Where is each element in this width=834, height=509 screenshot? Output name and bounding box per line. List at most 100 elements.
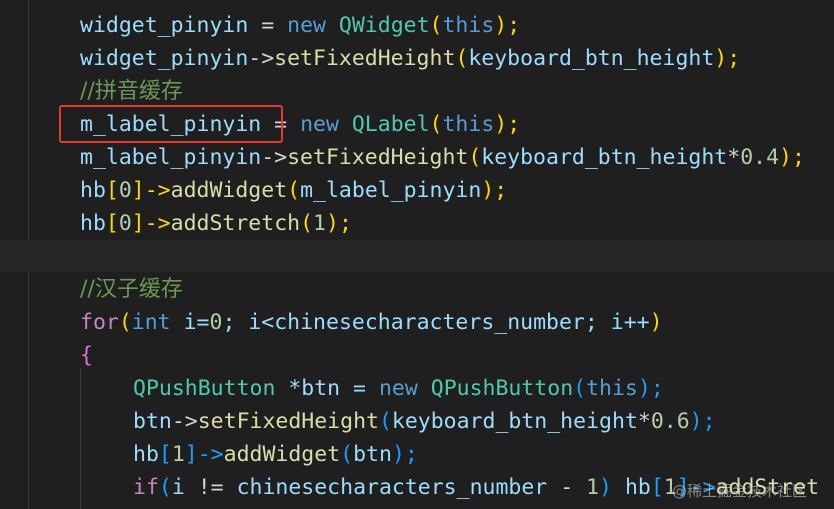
token-variable: chinesecharacters_number — [274, 310, 585, 335]
token-variable: hb — [80, 211, 106, 236]
token-bracket: ]-> — [184, 442, 224, 467]
token-paren: ( — [118, 310, 132, 335]
token-function: addWidget — [170, 178, 288, 203]
token-paren: ); — [779, 145, 805, 170]
token-variable: i — [171, 475, 185, 500]
token-operator: * — [637, 409, 651, 434]
token-number: 1 — [586, 475, 600, 500]
code-line-13[interactable]: btn->setFixedHeight(keyboard_btn_height*… — [133, 405, 716, 438]
token-keyword: this — [442, 13, 495, 38]
token-variable: m_label_pinyin — [80, 145, 262, 170]
token-variable: widget_pinyin — [80, 46, 249, 71]
highlight-box — [59, 105, 283, 143]
token-variable: btn — [133, 409, 172, 434]
token-type: QLabel — [351, 112, 430, 137]
token-bracket: ]-> — [131, 178, 171, 203]
token-paren: ) — [599, 475, 625, 500]
code-line-10[interactable]: for(int i=0; i<chinesecharacters_number;… — [80, 306, 663, 339]
token-bracket: ]-> — [131, 211, 171, 236]
token-operator: = — [248, 13, 288, 38]
token-paren: ); — [494, 112, 521, 137]
token-bracket: [ — [650, 475, 664, 500]
token-paren: ( — [340, 442, 354, 467]
token-variable: ; i++ — [584, 310, 650, 335]
token-function: setFixedHeight — [197, 409, 379, 434]
token-keyword: this — [586, 376, 638, 401]
token-variable: i= — [170, 310, 210, 335]
token-variable: keyboard_btn_height — [391, 409, 638, 434]
token-paren: ( — [573, 376, 587, 401]
code-line-7[interactable]: hb[0]->addStretch(1); — [80, 207, 352, 240]
token-number: 0 — [118, 178, 132, 203]
code-editor[interactable]: widget_pinyin = new QWidget(this); widge… — [0, 0, 834, 509]
code-line-12[interactable]: QPushButton *btn = new QPushButton(this)… — [133, 372, 664, 405]
token-operator: * — [727, 145, 741, 170]
token-function: addStretch — [170, 211, 301, 236]
code-line-5[interactable]: m_label_pinyin->setFixedHeight(keyboard_… — [80, 141, 805, 174]
code-comment: //汉子缓存 — [80, 277, 183, 302]
token-keyword: new — [300, 112, 339, 137]
token-bracket: [ — [105, 178, 119, 203]
code-line-14[interactable]: hb[1]->addWidget(btn); — [133, 438, 418, 471]
code-line-11[interactable]: { — [80, 339, 93, 372]
token-operator: - — [547, 475, 587, 500]
token-type: QPushButton — [430, 376, 574, 401]
token-operator: != — [184, 475, 237, 500]
token-control-keyword: if — [133, 475, 159, 500]
token-paren: ) — [649, 310, 663, 335]
token-paren: ); — [637, 376, 664, 401]
token-variable: hb — [80, 178, 106, 203]
token-operator: -> — [261, 145, 288, 170]
code-comment: //拼音缓存 — [80, 79, 183, 104]
code-line-9[interactable]: //汉子缓存 — [80, 273, 183, 306]
token-operator: -> — [171, 409, 198, 434]
token-number: 0 — [118, 211, 132, 236]
watermark: @稀土掘金技术社区 — [672, 482, 808, 500]
token-keyword: this — [442, 112, 495, 137]
token-paren: ( — [455, 46, 469, 71]
token-variable: keyboard_btn_height — [468, 46, 715, 71]
code-line-6[interactable]: hb[0]->addWidget(m_label_pinyin); — [80, 174, 507, 207]
token-variable: widget_pinyin — [80, 13, 249, 38]
token-variable: hb — [133, 442, 159, 467]
token-keyword: new — [287, 13, 326, 38]
token-variable: hb — [624, 475, 651, 500]
token-paren: ( — [287, 178, 301, 203]
token-bracket: [ — [158, 442, 172, 467]
token-number: 0.4 — [740, 145, 780, 170]
token-paren: ); — [326, 211, 352, 236]
token-variable: ; i< — [222, 310, 275, 335]
token-paren: ( — [468, 145, 482, 170]
current-line-highlight — [0, 240, 834, 272]
code-line-3[interactable]: //拼音缓存 — [80, 75, 183, 108]
token-paren: ); — [481, 178, 508, 203]
token-operator: -> — [248, 46, 275, 71]
token-keyword: int — [131, 310, 171, 335]
token-paren: ( — [378, 409, 392, 434]
token-keyword: new — [378, 376, 418, 401]
token-function: setFixedHeight — [287, 145, 469, 170]
token-number: 0 — [209, 310, 223, 335]
token-function: addWidget — [223, 442, 341, 467]
code-line-1[interactable]: widget_pinyin = new QWidget(this); — [80, 9, 520, 42]
code-line-2[interactable]: widget_pinyin->setFixedHeight(keyboard_b… — [80, 42, 740, 75]
token-function: setFixedHeight — [274, 46, 456, 71]
token-number: 0.6 — [650, 409, 690, 434]
token-paren: ( — [429, 13, 443, 38]
token-paren: ); — [494, 13, 521, 38]
token-variable: chinesecharacters_number — [236, 475, 548, 500]
token-type: QPushButton — [133, 376, 276, 401]
token-bracket: [ — [105, 211, 119, 236]
token-paren: ); — [689, 409, 716, 434]
token-brace: { — [80, 343, 93, 368]
token-type: QWidget — [338, 13, 430, 38]
token-paren: ); — [714, 46, 741, 71]
token-variable: keyboard_btn_height — [481, 145, 728, 170]
token-paren: ); — [391, 442, 418, 467]
token-variable: *btn = — [275, 376, 379, 401]
token-paren: ( — [300, 211, 314, 236]
token-number: 1 — [171, 442, 185, 467]
